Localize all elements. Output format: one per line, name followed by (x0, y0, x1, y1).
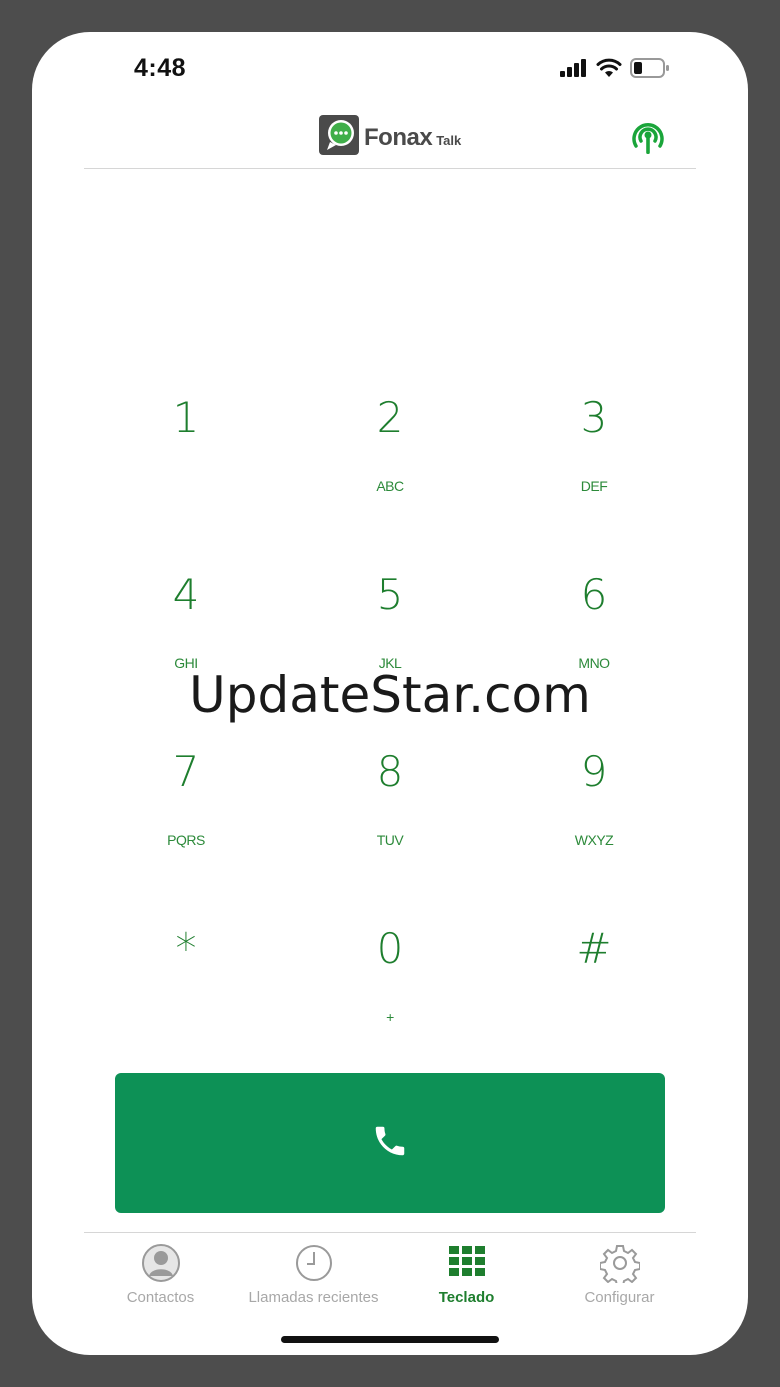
key-letters: WXYZ (574, 832, 614, 848)
key-digit: 8 (376, 747, 404, 796)
key-letters: PQRS (167, 832, 205, 848)
key-2[interactable]: 2 ABC (288, 380, 492, 557)
tab-teclado[interactable]: Teclado (390, 1233, 543, 1313)
key-digit: 4 (172, 570, 200, 619)
key-digit: 7 (172, 747, 200, 796)
status-icons (560, 58, 670, 83)
key-3[interactable]: 3 DEF (492, 380, 696, 557)
key-letters: GHI (174, 655, 198, 671)
keypad-grid-icon (447, 1243, 487, 1283)
phone-screen: 4:48 Fonax Talk 1 2 ABC 3 DEF 4 GHI 5 JK… (32, 32, 748, 1355)
tab-llamadas-recientes[interactable]: Llamadas recientes (237, 1233, 390, 1313)
tab-label: Teclado (438, 1289, 495, 1306)
key-digit: 5 (376, 570, 404, 619)
broadcast-signal-icon[interactable] (628, 116, 668, 156)
wifi-icon (596, 58, 622, 83)
tab-label: Contactos (126, 1289, 195, 1306)
key-digit: 0 (376, 924, 404, 973)
key-9[interactable]: 9 WXYZ (492, 734, 696, 911)
key-digit: 1 (172, 393, 200, 442)
key-letters: DEF (580, 478, 608, 494)
key-letters: MNO (578, 655, 610, 671)
key-star[interactable]: * (84, 911, 288, 1088)
tab-contactos[interactable]: Contactos (84, 1233, 237, 1313)
tab-label: Configurar (584, 1289, 655, 1306)
call-button[interactable] (115, 1073, 665, 1213)
key-letters: JKL (378, 655, 402, 671)
key-digit: # (576, 924, 612, 973)
logo-name: Fonax (364, 123, 433, 151)
key-digit: 2 (376, 393, 404, 442)
key-8[interactable]: 8 TUV (288, 734, 492, 911)
key-digit: 3 (580, 393, 608, 442)
home-indicator[interactable] (281, 1336, 499, 1343)
contact-icon (141, 1243, 181, 1283)
key-digit: 9 (580, 747, 608, 796)
key-5[interactable]: 5 JKL (288, 557, 492, 734)
key-4[interactable]: 4 GHI (84, 557, 288, 734)
key-letters: ABC (376, 478, 404, 494)
tab-label: Llamadas recientes (248, 1289, 379, 1306)
cellular-signal-icon (560, 59, 588, 82)
chat-bubble-logo-icon (318, 114, 360, 161)
app-header: Fonax Talk (84, 102, 696, 169)
key-hash[interactable]: # (492, 911, 696, 1088)
key-digit: 6 (580, 570, 608, 619)
status-time: 4:48 (134, 54, 187, 82)
key-letters: TUV (376, 832, 404, 848)
key-7[interactable]: 7 PQRS (84, 734, 288, 911)
key-6[interactable]: 6 MNO (492, 557, 696, 734)
key-0[interactable]: 0 + (288, 911, 492, 1088)
gear-icon (599, 1243, 640, 1283)
tab-bar: Contactos Llamadas recientes Teclado Con… (84, 1232, 696, 1313)
battery-icon (630, 58, 670, 83)
phone-icon (371, 1122, 409, 1165)
key-digit: * (175, 924, 197, 973)
key-letters: + (386, 1009, 394, 1025)
tab-configurar[interactable]: Configurar (543, 1233, 696, 1313)
logo-sub: Talk (436, 133, 462, 148)
app-logo: Fonax Talk (318, 114, 461, 161)
clock-icon (294, 1243, 334, 1283)
key-1[interactable]: 1 (84, 380, 288, 557)
